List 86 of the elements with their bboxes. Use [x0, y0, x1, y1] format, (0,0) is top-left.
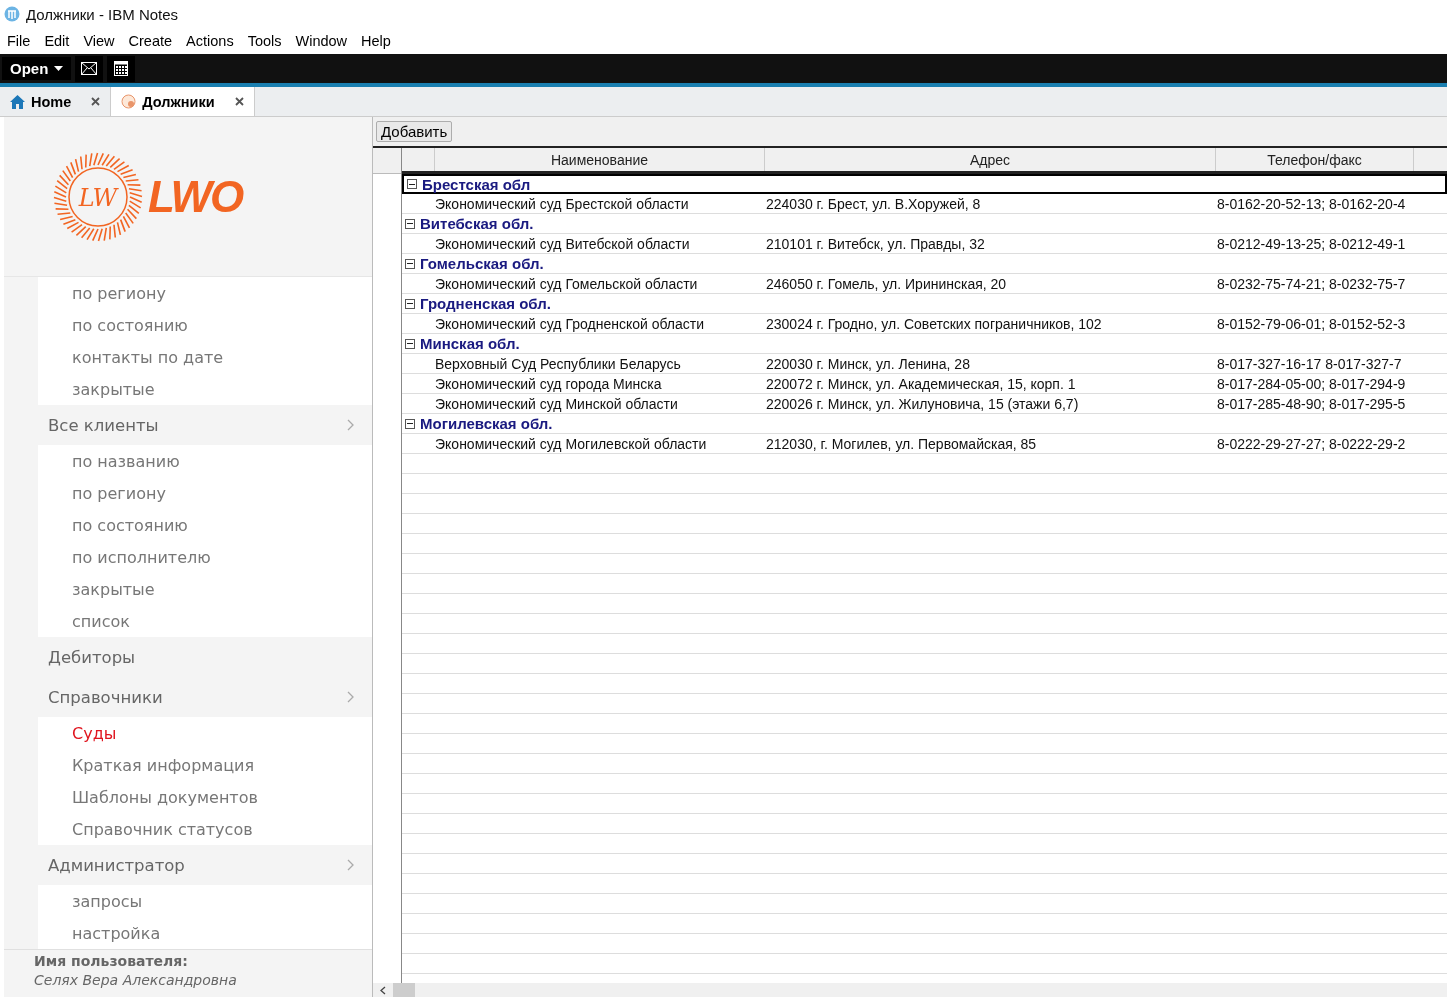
collapse-icon[interactable] — [405, 258, 415, 269]
table-cell-text: Экономический суд Гомельской области — [434, 275, 699, 292]
category-row[interactable]: Гродненская обл. — [402, 294, 1447, 314]
nav-section[interactable]: Администратор — [4, 845, 372, 885]
table-cell-text: Верховный Суд Республики Беларусь — [434, 355, 682, 372]
user-label: Имя пользователя: — [34, 953, 189, 969]
table-cell-text: 8-0222-29-27-27; 8-0222-29-2 — [1216, 435, 1407, 452]
column-header[interactable]: Телефон/факс — [1216, 148, 1414, 171]
menu-item[interactable]: Tools — [247, 33, 282, 49]
category-row[interactable]: Витебская обл. — [402, 214, 1447, 234]
table-cell-text: 220030 г. Минск, ул. Ленина, 28 — [765, 355, 971, 372]
calendar-icon[interactable] — [107, 55, 136, 82]
nav-item[interactable]: список — [38, 605, 372, 637]
logo-text: LWO — [148, 171, 243, 222]
category-row[interactable]: Могилевская обл. — [402, 414, 1447, 434]
table-cell-text: 8-0162-20-52-13; 8-0162-20-4 — [1216, 195, 1407, 212]
chevron-icon — [347, 691, 354, 703]
menu-item[interactable]: Help — [361, 33, 391, 49]
tab[interactable]: Должники — [111, 87, 255, 116]
nav-section[interactable]: Справочники — [4, 677, 372, 717]
mail-icon[interactable] — [75, 55, 104, 82]
category-row[interactable]: Брестская обл — [402, 174, 1447, 194]
chevron-icon — [347, 419, 354, 431]
menu-item[interactable]: Edit — [44, 33, 70, 49]
menu-item[interactable]: File — [7, 33, 31, 49]
caret-icon — [54, 66, 64, 71]
menu-item[interactable]: Window — [295, 33, 348, 49]
nav-item[interactable]: по региону — [38, 277, 372, 309]
collapse-icon[interactable] — [405, 338, 415, 349]
menu-item[interactable]: View — [83, 33, 115, 49]
table-cell-text: 8-0212-49-13-25; 8-0212-49-1 — [1216, 235, 1407, 252]
nav-item[interactable]: Суды — [38, 717, 372, 749]
close-icon[interactable] — [234, 97, 244, 106]
app-icon — [4, 6, 20, 22]
column-header[interactable]: Адрес — [765, 148, 1216, 171]
table-cell-text: Экономический суд Брестской области — [434, 195, 690, 212]
table-cell-text: 8-0152-79-06-01; 8-0152-52-3 — [1216, 315, 1407, 332]
table-cell-text: 8-0232-75-74-21; 8-0232-75-7 — [1216, 275, 1407, 292]
table-cell-text: Экономический суд Могилевской области — [434, 435, 708, 452]
menu-item[interactable]: Actions — [186, 33, 234, 49]
nav-item[interactable]: Справочник статусов — [38, 813, 372, 845]
column-header[interactable]: Наименование — [435, 148, 765, 171]
collapse-icon[interactable] — [405, 418, 415, 429]
table-cell-text: 8-017-284-05-00; 8-017-294-9 — [1216, 375, 1407, 392]
scrollbar-thumb[interactable] — [393, 983, 415, 997]
table-cell-text: 230024 г. Гродно, ул. Советских пограничников, 102 — [765, 315, 1103, 332]
nav-item[interactable]: контакты по дате — [38, 341, 372, 373]
nav-section[interactable]: Все клиенты — [4, 405, 372, 445]
table-cell-text: Экономический суд Витебской области — [434, 235, 691, 252]
nav-item[interactable]: запросы — [38, 885, 372, 917]
nav-item[interactable]: закрытые — [38, 573, 372, 605]
table-cell-text: 212030, г. Могилев, ул. Первомайская, 85 — [765, 435, 1038, 452]
nav-item[interactable]: по названию — [38, 445, 372, 477]
table-cell-text: 220026 г. Минск, ул. Жилуновича, 15 (этажи 6,7) — [765, 395, 1080, 412]
nav-item[interactable]: по исполнителю — [38, 541, 372, 573]
nav-item[interactable]: настройка — [38, 917, 372, 949]
table-cell-text: 246050 г. Гомель, ул. Ирининская, 20 — [765, 275, 1008, 292]
category-row[interactable]: Минская обл. — [402, 334, 1447, 354]
user-name: Селях Вера Александровна — [34, 972, 238, 988]
table-cell-text: Экономический суд Минской области — [434, 395, 679, 412]
collapse-icon[interactable] — [407, 179, 417, 189]
table-cell-text: Экономический суд Гродненской области — [434, 315, 706, 332]
nav-item[interactable]: по состоянию — [38, 309, 372, 341]
home-icon — [10, 94, 25, 109]
open-button[interactable]: Open — [2, 57, 72, 80]
table-cell-text: 220072 г. Минск, ул. Академическая, 15, корп. 1 — [765, 375, 1077, 392]
close-icon[interactable] — [91, 97, 101, 106]
table-cell-text: 224030 г. Брест, ул. В.Хоружей, 8 — [765, 195, 982, 212]
collapse-icon[interactable] — [405, 218, 415, 229]
window-title: Должники - IBM Notes — [26, 5, 179, 23]
category-row[interactable]: Гомельская обл. — [402, 254, 1447, 274]
scroll-left-icon[interactable] — [380, 985, 386, 995]
nav-section[interactable]: Дебиторы — [4, 637, 372, 677]
chevron-icon — [347, 859, 354, 871]
menu-item[interactable]: Create — [128, 33, 173, 49]
table-cell-text: 210101 г. Витебск, ул. Правды, 32 — [765, 235, 986, 252]
collapse-icon[interactable] — [405, 298, 415, 309]
nav-item[interactable]: Шаблоны документов — [38, 781, 372, 813]
nav-item[interactable]: по состоянию — [38, 509, 372, 541]
table-cell-text: Экономический суд города Минска — [434, 375, 663, 392]
add-button[interactable]: Добавить — [376, 121, 453, 142]
table-cell-text: 8-017-327-16-17 8-017-327-7 — [1216, 355, 1403, 372]
nav-item[interactable]: закрытые — [38, 373, 372, 405]
table-cell-text: 8-017-285-48-90; 8-017-295-5 — [1216, 395, 1407, 412]
nav-item[interactable]: Краткая информация — [38, 749, 372, 781]
nav-item[interactable]: по региону — [38, 477, 372, 509]
